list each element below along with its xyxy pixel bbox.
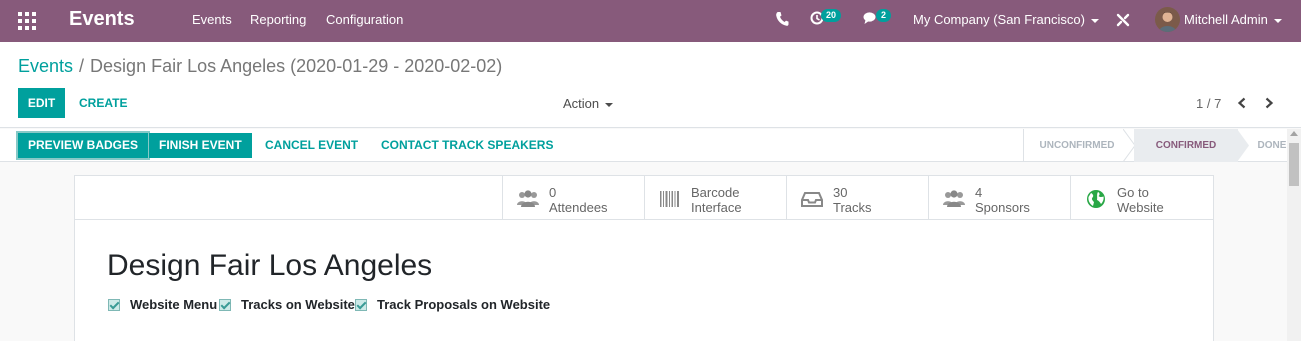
debug-tools-icon[interactable] (1115, 12, 1131, 28)
pager-previous-icon[interactable] (1237, 97, 1247, 109)
company-name: My Company (San Francisco) (913, 12, 1085, 27)
control-panel: Events / Design Fair Los Angeles (2020-01-… (0, 42, 1301, 128)
attendees-smart-button[interactable]: 0 Attendees (502, 176, 645, 219)
smart-button-label: Tracks (833, 200, 872, 215)
tracks-on-website-checkbox[interactable] (219, 299, 231, 311)
app-title[interactable]: Events (69, 8, 135, 31)
smart-button-box: 0 Attendees Barcode Interface 30 Tracks (75, 176, 1213, 220)
caret-down-icon (605, 102, 614, 107)
globe-icon (1087, 190, 1105, 208)
stage-unconfirmed[interactable]: UNCONFIRMED (1024, 129, 1130, 162)
app-menu-grid-icon[interactable] (18, 12, 36, 30)
smart-button-value: Go to (1117, 185, 1149, 200)
barcode-interface-smart-button[interactable]: Barcode Interface (644, 176, 787, 219)
tracks-smart-button[interactable]: 30 Tracks (786, 176, 929, 219)
action-label: Action (563, 96, 600, 111)
company-switcher[interactable]: My Company (San Francisco) (913, 12, 1099, 27)
sponsors-smart-button[interactable]: 4 Sponsors (928, 176, 1071, 219)
users-icon (943, 190, 965, 207)
form-statusbar: PREVIEW BADGES FINISH EVENT CANCEL EVENT… (0, 129, 1287, 162)
menu-events[interactable]: Events (192, 12, 232, 27)
barcode-icon (660, 191, 679, 207)
smart-button-value: 30 (833, 185, 848, 200)
smart-button-value: 4 (975, 185, 983, 200)
user-avatar[interactable] (1155, 7, 1180, 32)
pager-next-icon[interactable] (1264, 97, 1274, 109)
smart-button-label: Sponsors (975, 200, 1030, 215)
caret-down-icon (1273, 18, 1282, 23)
activity-count-badge: 20 (821, 9, 842, 22)
inbox-icon (801, 192, 823, 207)
top-navbar: Events Events Reporting Configuration 20… (0, 0, 1301, 42)
breadcrumb-current: Design Fair Los Angeles (2020-01-29 - 20… (90, 56, 503, 76)
breadcrumb-parent-link[interactable]: Events (18, 56, 73, 76)
breadcrumb: Events / Design Fair Los Angeles (2020-01-… (18, 56, 502, 77)
contact-track-speakers-button[interactable]: CONTACT TRACK SPEAKERS (381, 133, 553, 158)
track-proposals-checkbox[interactable] (355, 299, 367, 311)
menu-configuration[interactable]: Configuration (326, 12, 403, 27)
cancel-event-button[interactable]: CANCEL EVENT (265, 133, 358, 158)
event-title[interactable]: Design Fair Los Angeles (107, 249, 432, 283)
pager-value[interactable]: 1 / 7 (1196, 96, 1221, 111)
smart-button-label: Attendees (549, 200, 608, 215)
finish-event-button[interactable]: FINISH EVENT (149, 133, 252, 158)
phone-icon[interactable] (775, 11, 789, 27)
menu-reporting[interactable]: Reporting (250, 12, 306, 27)
preview-badges-button[interactable]: PREVIEW BADGES (18, 133, 149, 158)
go-to-website-smart-button[interactable]: Go to Website (1070, 176, 1213, 219)
track-proposals-label: Track Proposals on Website (377, 297, 551, 312)
create-button[interactable]: CREATE (79, 96, 127, 110)
scroll-up-arrow-icon[interactable] (1290, 131, 1298, 136)
caret-down-icon (1090, 18, 1099, 23)
breadcrumb-separator: / (79, 56, 85, 76)
message-count-badge: 2 (876, 9, 892, 22)
user-menu[interactable]: Mitchell Admin (1184, 12, 1282, 27)
website-menu-label: Website Menu (130, 297, 218, 312)
form-sheet: 0 Attendees Barcode Interface 30 Tracks (74, 175, 1214, 341)
website-menu-checkbox[interactable] (108, 299, 120, 311)
user-name: Mitchell Admin (1184, 12, 1268, 27)
users-icon (517, 190, 539, 207)
scrollbar-thumb[interactable] (1289, 143, 1299, 186)
smart-button-value: 0 (549, 185, 557, 200)
stage-pipeline: UNCONFIRMED CONFIRMED DONE (1023, 129, 1287, 162)
stage-confirmed[interactable]: CONFIRMED (1134, 129, 1238, 162)
vertical-scrollbar[interactable] (1287, 129, 1301, 341)
tracks-on-website-label: Tracks on Website (241, 297, 355, 312)
smart-button-value: Barcode (691, 185, 740, 200)
edit-button[interactable]: EDIT (18, 88, 65, 118)
smart-button-label: Website (1117, 200, 1164, 215)
action-dropdown[interactable]: Action (563, 96, 614, 111)
smart-button-label: Interface (691, 200, 742, 215)
